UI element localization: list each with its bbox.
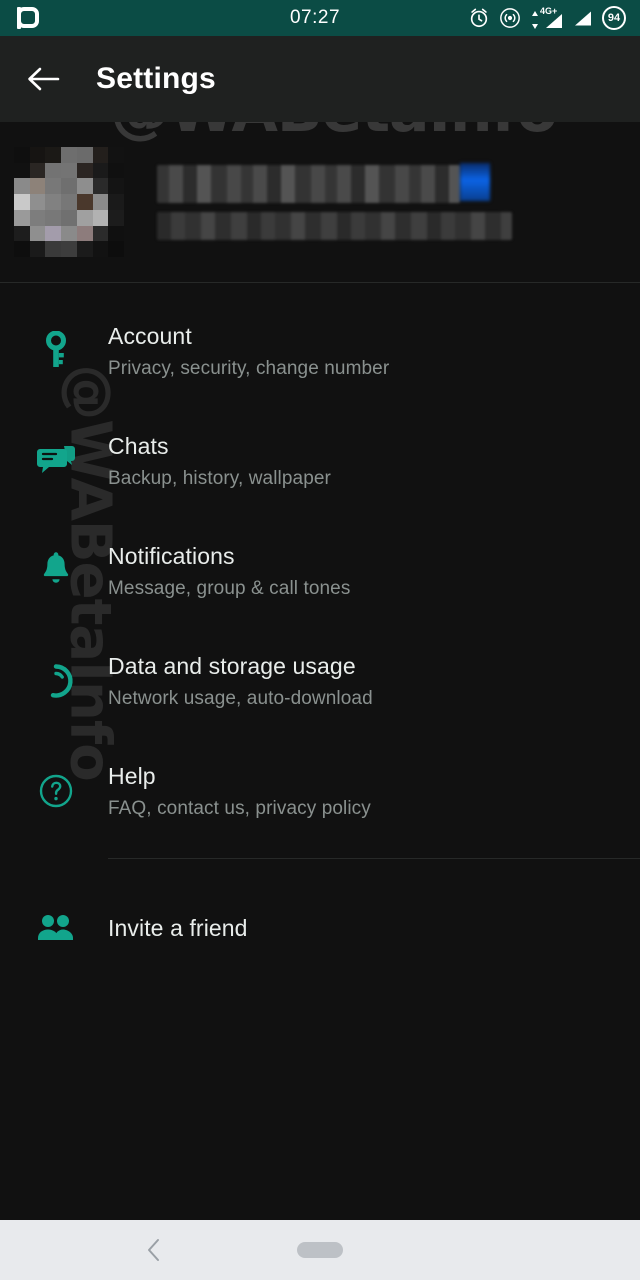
- battery-level-label: 94: [607, 12, 621, 24]
- settings-item-text: Help FAQ, contact us, privacy policy: [108, 761, 371, 822]
- nav-back-chevron-icon[interactable]: [143, 1237, 165, 1263]
- settings-item-subtitle: Privacy, security, change number: [108, 357, 390, 379]
- hotspot-icon: [500, 8, 520, 28]
- settings-item-text: Account Privacy, security, change number: [108, 321, 389, 382]
- alarm-clock-icon: [470, 8, 488, 28]
- status-bar-clock: 07:27: [289, 7, 341, 28]
- settings-item-title: Notifications: [108, 542, 235, 569]
- settings-item-title: Data and storage usage: [108, 652, 356, 679]
- settings-item-text: Invite a friend: [108, 913, 248, 943]
- nav-home-pill[interactable]: [297, 1242, 343, 1258]
- question-circle-icon: [30, 772, 82, 810]
- people-icon: [30, 913, 82, 943]
- settings-item-title: Account: [108, 322, 192, 349]
- app-bar: Settings: [0, 36, 640, 122]
- battery-icon: 94: [602, 6, 626, 30]
- status-bar-left: [14, 7, 204, 29]
- profile-status-censored: [157, 211, 512, 240]
- settings-item-subtitle: Backup, history, wallpaper: [108, 467, 331, 489]
- settings-item-subtitle: Network usage, auto-download: [108, 687, 373, 709]
- settings-item-text: Data and storage usage Network usage, au…: [108, 651, 373, 712]
- profile-text: [157, 162, 626, 240]
- settings-item-subtitle: FAQ, contact us, privacy policy: [108, 797, 371, 819]
- system-navigation-bar: [0, 1220, 640, 1280]
- chat-bubble-icon: [30, 444, 82, 478]
- back-arrow-icon[interactable]: [26, 64, 60, 94]
- settings-item-text: Chats Backup, history, wallpaper: [108, 431, 331, 492]
- settings-item-notifications[interactable]: Notifications Message, group & call tone…: [0, 516, 640, 626]
- divider-below-profile: [0, 282, 640, 283]
- settings-item-chats[interactable]: Chats Backup, history, wallpaper: [0, 406, 640, 516]
- settings-item-data-and-storage-usage[interactable]: Data and storage usage Network usage, au…: [0, 626, 640, 736]
- phone-screen: 07:27 4G+ 94 Settings @WABetaInfo Accoun…: [0, 0, 640, 1280]
- settings-item-title: Invite a friend: [108, 915, 248, 941]
- settings-item-subtitle: Message, group & call tones: [108, 577, 351, 599]
- profile-avatar-censored[interactable]: [14, 147, 124, 257]
- bell-icon: [30, 552, 82, 590]
- key-icon: [30, 331, 82, 371]
- settings-item-invite-a-friend[interactable]: Invite a friend: [0, 882, 640, 974]
- signal-bars-secondary-icon: [575, 11, 591, 25]
- status-bar-center: 07:27: [204, 7, 426, 29]
- page-title: Settings: [96, 62, 216, 95]
- status-bar-right: 4G+ 94: [426, 6, 626, 30]
- pushbullet-p-logo-icon: [14, 7, 39, 29]
- settings-item-title: Chats: [108, 432, 169, 459]
- settings-item-account[interactable]: Account Privacy, security, change number: [0, 296, 640, 406]
- settings-item-text: Notifications Message, group & call tone…: [108, 541, 350, 602]
- settings-item-title: Help: [108, 762, 156, 789]
- storage-ring-icon: [30, 662, 82, 700]
- mobile-data-icon: 4G+: [530, 6, 564, 29]
- settings-list: Account Privacy, security, change number…: [0, 296, 640, 974]
- profile-name-censored: [157, 162, 490, 203]
- settings-item-help[interactable]: Help FAQ, contact us, privacy policy: [0, 736, 640, 846]
- profile-name-badge-censored: [460, 162, 490, 201]
- profile-row[interactable]: [0, 122, 640, 282]
- status-bar: 07:27 4G+ 94: [0, 0, 640, 36]
